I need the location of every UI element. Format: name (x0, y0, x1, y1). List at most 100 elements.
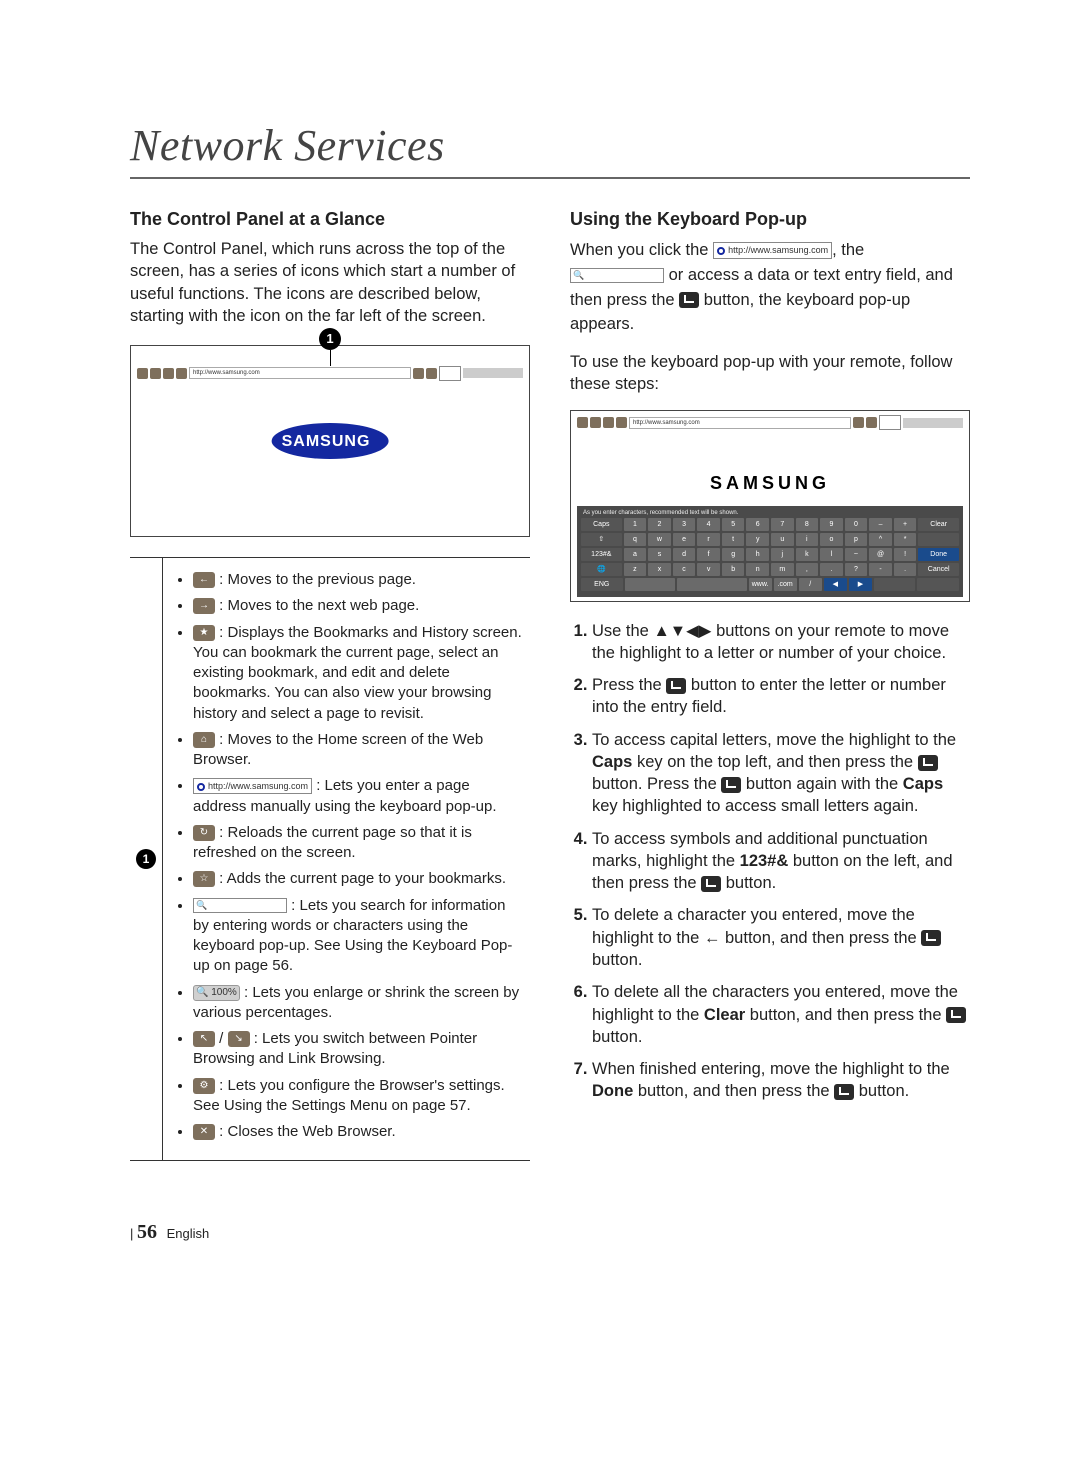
back-icon (137, 368, 148, 379)
kbd-row-2: ⇧ qwertyuiop^* (581, 533, 959, 546)
item-zoom: 🔍 100% : Lets you enlarge or shrink the … (193, 983, 522, 1024)
table-num-cell: 1 (130, 558, 163, 1160)
item-add-bookmark: ☆ : Adds the current page to your bookma… (193, 869, 522, 889)
enter-button-icon (666, 678, 686, 694)
add-bookmark-icon (866, 417, 877, 428)
step-3: To access capital letters, move the high… (592, 729, 970, 818)
step-1: Use the ▲▼◀▶ buttons on your remote to m… (592, 620, 970, 665)
back-icon: ← (193, 572, 215, 588)
key-clear: Clear (918, 518, 959, 531)
home-icon (176, 368, 187, 379)
bookmarks-icon (603, 417, 614, 428)
table-num-circle: 1 (136, 849, 156, 869)
kbd-row-5: ENG www. .com / ◀ ▶ (581, 578, 959, 591)
forward-icon (590, 417, 601, 428)
key-left: ◀ (824, 578, 847, 591)
keyboard-steps: Use the ▲▼◀▶ buttons on your remote to m… (570, 620, 970, 1103)
two-column-layout: The Control Panel at a Glance The Contro… (130, 209, 970, 1161)
add-bookmark-icon: ☆ (193, 871, 215, 887)
control-panel-list: ← : Moves to the previous page. → : Move… (163, 558, 530, 1160)
page-footer: | 56 English (130, 1221, 970, 1244)
manual-page: Network Services The Control Panel at a … (0, 0, 1080, 1304)
browser-toolbar-mini: http://www.samsung.com (577, 416, 963, 430)
step-6: To delete all the characters you entered… (592, 981, 970, 1048)
browser-screenshot-figure: 1 http://www.samsung.com SAMSUNG (130, 345, 530, 537)
url-bar: http://www.samsung.com (189, 367, 411, 379)
keyboard-intro-1: When you click the http://www.samsung.co… (570, 238, 970, 337)
chapter-title: Network Services (130, 120, 970, 179)
home-icon (616, 417, 627, 428)
url-field-icon: http://www.samsung.com (713, 242, 832, 260)
enter-button-icon (918, 755, 938, 771)
kbd-row-4: 🌐 zxcvbnm,.?-. Cancel (581, 563, 959, 576)
step-5: To delete a character you entered, move … (592, 904, 970, 971)
step-4: To access symbols and additional punctua… (592, 828, 970, 895)
item-bookmarks: ★ : Displays the Bookmarks and History s… (193, 623, 522, 724)
item-url-entry: http://www.samsung.com : Lets you enter … (193, 776, 522, 817)
item-reload: ↻ : Reloads the current page so that it … (193, 823, 522, 864)
key-symbols: 123#& (581, 548, 622, 561)
search-field-icon: 🔍 (193, 898, 287, 913)
browser-toolbar-mini: http://www.samsung.com (137, 366, 523, 380)
onscreen-keyboard: As you enter characters, recommended tex… (577, 506, 963, 597)
section-heading-control-panel: The Control Panel at a Glance (130, 209, 530, 230)
url-bar: http://www.samsung.com (629, 417, 851, 429)
item-browsing-mode: ↖ / ↘ : Lets you switch between Pointer … (193, 1029, 522, 1070)
footer-bar: | (130, 1226, 133, 1241)
keyboard-hint-text: As you enter characters, recommended tex… (581, 510, 959, 516)
item-search: 🔍 : Lets you search for information by e… (193, 896, 522, 977)
keyboard-screenshot-figure: http://www.samsung.com SAMSUNG As you en… (570, 410, 970, 602)
url-field-icon: http://www.samsung.com (193, 778, 312, 794)
reload-icon: ↻ (193, 825, 215, 841)
reload-icon (853, 417, 864, 428)
key-space (677, 578, 746, 591)
item-home: ⌂ : Moves to the Home screen of the Web … (193, 730, 522, 771)
key-cancel: Cancel (918, 563, 959, 576)
enter-button-icon (834, 1084, 854, 1100)
home-icon: ⌂ (193, 732, 215, 748)
search-field-mini (439, 366, 461, 381)
toolbar-right-group (903, 418, 963, 428)
page-number: 56 (137, 1221, 157, 1243)
back-icon (577, 417, 588, 428)
forward-icon: → (193, 598, 215, 614)
footer-language: English (167, 1226, 210, 1241)
pointer-mode-icon: ↖ (193, 1031, 215, 1047)
left-column: The Control Panel at a Glance The Contro… (130, 209, 530, 1161)
keyboard-intro-2: To use the keyboard pop-up with your rem… (570, 351, 970, 396)
control-panel-table: 1 ← : Moves to the previous page. → : Mo… (130, 557, 530, 1161)
right-column: Using the Keyboard Pop-up When you click… (570, 209, 970, 1161)
key-globe: 🌐 (581, 563, 622, 576)
star-history-icon: ★ (193, 625, 215, 641)
zoom-icon: 🔍 100% (193, 985, 240, 1001)
step-7: When finished entering, move the highlig… (592, 1058, 970, 1103)
enter-button-icon (701, 876, 721, 892)
item-close: ✕ : Closes the Web Browser. (193, 1122, 522, 1142)
key-right: ▶ (849, 578, 872, 591)
item-back: ← : Moves to the previous page. (193, 570, 522, 590)
bookmarks-icon (163, 368, 174, 379)
close-icon: ✕ (193, 1124, 215, 1140)
key-shift: ⇧ (581, 533, 622, 546)
samsung-wordmark: SAMSUNG (571, 473, 969, 494)
search-field-icon: 🔍 (570, 268, 664, 283)
callout-leader-line (330, 350, 331, 366)
enter-button-icon (946, 1007, 966, 1023)
enter-button-icon (679, 292, 699, 308)
key-done: Done (918, 548, 959, 561)
key-caps: Caps (581, 518, 622, 531)
callout-number-circle: 1 (319, 328, 341, 350)
item-settings: ⚙ : Lets you configure the Browser's set… (193, 1076, 522, 1117)
item-forward: → : Moves to the next web page. (193, 596, 522, 616)
reload-icon (413, 368, 424, 379)
kbd-row-1: Caps 1234567890–+ Clear (581, 518, 959, 531)
add-bookmark-icon (426, 368, 437, 379)
samsung-logo: SAMSUNG (272, 423, 389, 459)
link-mode-icon: ↘ (228, 1031, 250, 1047)
key-lang: ENG (581, 578, 623, 591)
gear-icon: ⚙ (193, 1078, 215, 1094)
forward-icon (150, 368, 161, 379)
enter-button-icon (921, 930, 941, 946)
control-panel-intro: The Control Panel, which runs across the… (130, 238, 530, 327)
kbd-row-3: 123#& asdfghjkl~@! Done (581, 548, 959, 561)
